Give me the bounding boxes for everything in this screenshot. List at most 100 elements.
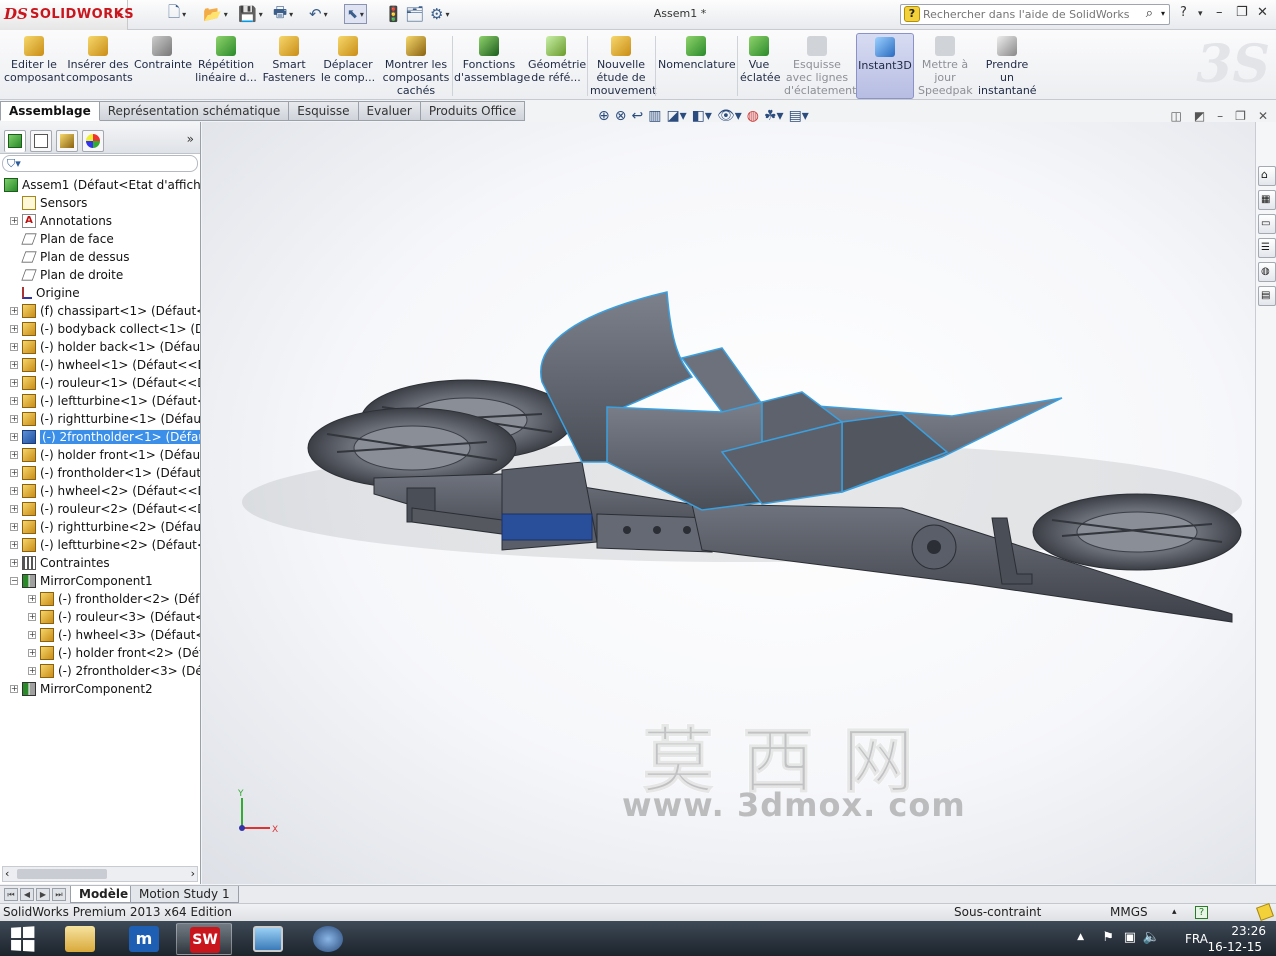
undo-button[interactable]: ↶ ▾ — [309, 4, 328, 24]
next-tab-icon[interactable]: ▶ — [36, 888, 50, 901]
expand-toggle-icon[interactable]: + — [28, 595, 36, 603]
tab-modele[interactable]: Modèle — [70, 886, 138, 903]
tree-item[interactable]: + A Annotations — [10, 212, 112, 230]
custom-properties-tab[interactable]: ▤ — [1258, 286, 1276, 306]
tab-esquisse[interactable]: Esquisse — [289, 101, 359, 121]
options-button[interactable]: ⚙ ▾ — [430, 4, 449, 24]
double-chevron-right-icon[interactable]: » — [187, 132, 194, 146]
expand-toggle-icon[interactable]: + — [10, 685, 18, 693]
edit-component-button[interactable]: Editer le composant — [4, 33, 65, 99]
scroll-right-icon[interactable]: › — [191, 867, 195, 880]
solidworks-resources-tab[interactable]: ⌂ — [1258, 166, 1276, 186]
configuration-manager-tab[interactable] — [56, 130, 78, 152]
show-hidden-components-button[interactable]: Montrer les composants cachés — [382, 33, 450, 99]
new-document-button[interactable]: 🗋 ▾ — [168, 3, 186, 24]
tree-item[interactable]: − MirrorComponent1 — [10, 572, 153, 590]
expand-toggle-icon[interactable]: + — [10, 397, 18, 405]
assembly-features-button[interactable]: Fonctions d'assemblage — [454, 33, 530, 99]
feature-manager-tab[interactable] — [4, 130, 26, 152]
expand-toggle-icon[interactable]: + — [28, 667, 36, 675]
print-button[interactable]: 🖶 ▾ — [273, 3, 293, 24]
chevron-down-icon[interactable]: ▾ — [1161, 9, 1165, 18]
expand-toggle-icon[interactable]: + — [10, 505, 18, 513]
tree-item[interactable]: + (-) holder front<1> (Défaut<< — [10, 446, 200, 464]
appearances-tab[interactable]: ◍ — [1258, 262, 1276, 282]
tree-item[interactable]: + (-) 2frontholder<1> (Défaut< — [10, 428, 200, 446]
scroll-thumb[interactable] — [17, 869, 107, 879]
new-motion-study-button[interactable]: Nouvelle étude de mouvement — [590, 33, 656, 99]
viewport-tile-icon[interactable]: ◩ — [1194, 109, 1205, 123]
network-icon[interactable]: ▣ — [1124, 930, 1136, 945]
tree-item[interactable]: + (-) bodyback collect<1> (Défa — [10, 320, 200, 338]
expand-toggle-icon[interactable]: + — [10, 325, 18, 333]
units-selector[interactable]: MMGS — [1110, 904, 1148, 921]
tree-item[interactable]: Sensors — [22, 194, 87, 212]
tab-produits-office[interactable]: Produits Office — [420, 101, 526, 121]
help-status-icon[interactable]: ? — [1195, 906, 1208, 919]
update-speedpak-button[interactable]: Mettre à jour Speedpak — [918, 33, 973, 99]
minimize-icon[interactable]: – — [1217, 109, 1223, 123]
expand-toggle-icon[interactable]: + — [28, 631, 36, 639]
tree-item[interactable]: + (-) hwheel<1> (Défaut<<Défa — [10, 356, 200, 374]
tree-item[interactable]: + (-) rouleur<3> (Défaut<<D — [28, 608, 200, 626]
media-taskbar-button[interactable] — [300, 923, 356, 955]
tree-filter-field[interactable]: ⛉▾ — [2, 155, 198, 172]
move-component-button[interactable]: Déplacer le comp... — [320, 33, 376, 99]
tree-item[interactable]: + MirrorComponent2 — [10, 680, 153, 698]
clock-time[interactable]: 23:26 — [1231, 924, 1266, 938]
expand-toggle-icon[interactable]: + — [10, 433, 18, 441]
tree-item[interactable]: + (f) chassipart<1> (Défaut<<D — [10, 302, 200, 320]
tag-icon[interactable] — [1256, 903, 1274, 921]
volume-icon[interactable]: 🔈 — [1143, 929, 1160, 945]
tab-evaluer[interactable]: Evaluer — [358, 101, 421, 121]
help-icon[interactable]: ? — [1180, 5, 1187, 20]
tree-item[interactable]: + (-) hwheel<3> (Défaut<<D — [28, 626, 200, 644]
instant3d-button[interactable]: Instant3D — [856, 33, 914, 99]
expand-toggle-icon[interactable]: + — [10, 451, 18, 459]
expand-toggle-icon[interactable]: + — [10, 541, 18, 549]
maxthon-taskbar-button[interactable]: m — [116, 923, 172, 955]
tree-item[interactable]: Plan de dessus — [21, 248, 130, 266]
action-center-icon[interactable]: ⚑ — [1102, 930, 1114, 945]
expand-toggle-icon[interactable]: + — [10, 217, 18, 225]
open-button[interactable]: 📂 ▾ — [203, 4, 228, 24]
expand-toggle-icon[interactable]: + — [10, 559, 18, 567]
tree-item[interactable]: Origine — [22, 284, 80, 302]
exploded-view-button[interactable]: Vue éclatée — [740, 33, 780, 99]
chevron-down-icon[interactable]: ▾ — [1198, 9, 1203, 19]
image-viewer-taskbar-button[interactable] — [240, 923, 296, 955]
file-explorer-tab[interactable]: ▭ — [1258, 214, 1276, 234]
smart-fasteners-button[interactable]: Smart Fasteners — [262, 33, 316, 99]
language-indicator[interactable]: FRA — [1185, 932, 1208, 946]
last-tab-icon[interactable]: ⏭ — [52, 888, 66, 901]
solidworks-menu-button[interactable]: DS SOLIDWORKS ▸ — [0, 0, 134, 30]
tree-item[interactable]: + (-) rouleur<2> (Défaut<<Défa — [10, 500, 200, 518]
first-tab-icon[interactable]: ⏮ — [4, 888, 18, 901]
save-button[interactable]: 💾 ▾ — [238, 4, 263, 24]
viewport-split-icon[interactable]: ◫ — [1170, 109, 1181, 123]
close-icon[interactable]: ✕ — [1257, 5, 1268, 20]
restore-icon[interactable]: ❐ — [1235, 109, 1246, 123]
tab-assemblage[interactable]: Assemblage — [0, 101, 100, 121]
expand-toggle-icon[interactable]: − — [10, 577, 18, 585]
tree-item[interactable]: + (-) leftturbine<1> (Défaut<<D — [10, 392, 200, 410]
select-button[interactable]: ⬉ ▾ — [344, 4, 367, 24]
tab-representation-schematique[interactable]: Représentation schématique — [99, 101, 290, 121]
tree-item[interactable]: + (-) hwheel<2> (Défaut<<Défa — [10, 482, 200, 500]
tree-item[interactable]: + (-) frontholder<1> (Défaut<< — [10, 464, 200, 482]
tree-item[interactable]: + (-) rightturbine<1> (Défaut<< — [10, 410, 200, 428]
tree-item[interactable]: + (-) frontholder<2> (Défau — [28, 590, 200, 608]
show-hidden-icons-chevron[interactable]: ▲ — [1077, 932, 1084, 942]
restore-icon[interactable]: ❐ — [1236, 5, 1248, 20]
tree-item[interactable]: Assem1 (Défaut<Etat d'affichage — [4, 176, 200, 194]
scroll-left-icon[interactable]: ‹ — [5, 867, 9, 880]
explode-line-sketch-button[interactable]: Esquisse avec lignes d'éclatement — [784, 33, 856, 99]
expand-toggle-icon[interactable]: + — [28, 649, 36, 657]
bill-of-materials-button[interactable]: Nomenclature — [658, 33, 736, 99]
property-manager-tab[interactable] — [30, 130, 52, 152]
expand-toggle-icon[interactable]: + — [10, 469, 18, 477]
expand-toggle-icon[interactable]: + — [10, 523, 18, 531]
front-wheel[interactable] — [1032, 493, 1242, 571]
tree-item[interactable]: + (-) rouleur<1> (Défaut<<Défa — [10, 374, 200, 392]
solidworks-taskbar-button[interactable]: SW — [176, 923, 232, 955]
